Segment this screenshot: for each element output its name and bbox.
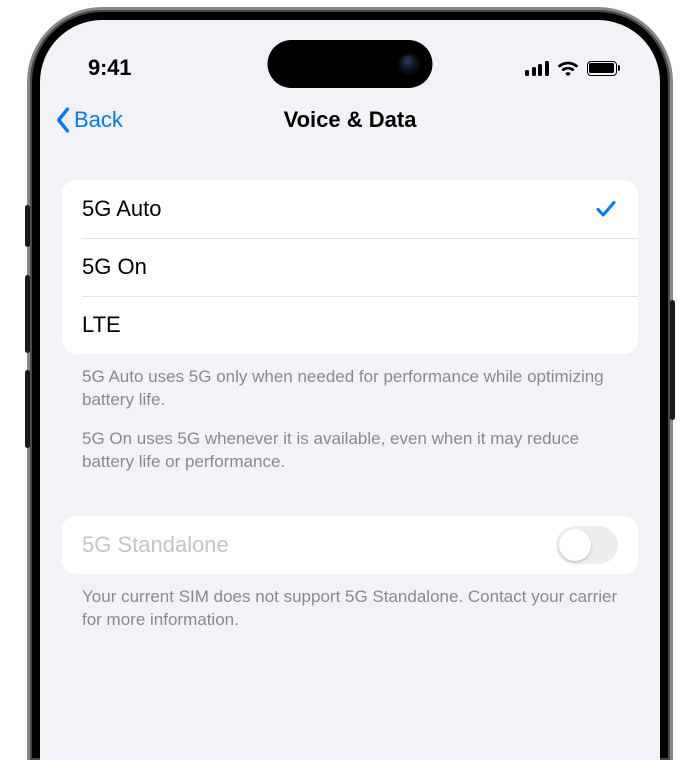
options-group: 5G Auto 5G On LTE — [62, 180, 638, 354]
option-label: 5G Auto — [82, 196, 162, 222]
back-label: Back — [74, 107, 123, 133]
standalone-toggle — [556, 526, 618, 564]
navigation-bar: Back Voice & Data — [40, 94, 660, 146]
side-button — [25, 205, 30, 247]
status-time: 9:41 — [88, 55, 131, 81]
phone-frame: 9:41 — [30, 10, 670, 760]
status-icons — [525, 59, 620, 77]
option-lte[interactable]: LTE — [62, 296, 638, 354]
chevron-left-icon — [54, 107, 72, 133]
option-5g-auto[interactable]: 5G Auto — [62, 180, 638, 238]
standalone-group: 5G Standalone — [62, 516, 638, 574]
option-5g-on[interactable]: 5G On — [62, 238, 638, 296]
battery-icon — [587, 61, 621, 76]
checkmark-icon — [594, 197, 618, 221]
options-footer-1: 5G Auto uses 5G only when needed for per… — [62, 354, 638, 412]
side-button — [670, 300, 675, 420]
option-label: LTE — [82, 312, 121, 338]
dynamic-island — [268, 40, 433, 88]
cellular-signal-icon — [525, 60, 549, 76]
side-button — [25, 370, 30, 448]
option-label: 5G On — [82, 254, 147, 280]
options-footer-2: 5G On uses 5G whenever it is available, … — [62, 412, 638, 474]
toggle-knob — [559, 529, 591, 561]
front-camera-icon — [401, 55, 419, 73]
back-button[interactable]: Back — [54, 107, 123, 133]
standalone-footer: Your current SIM does not support 5G Sta… — [62, 574, 638, 632]
screen: 9:41 — [40, 20, 660, 760]
wifi-icon — [557, 59, 579, 77]
standalone-label: 5G Standalone — [82, 532, 229, 558]
page-title: Voice & Data — [284, 107, 417, 133]
content: 5G Auto 5G On LTE 5G Auto uses 5G only w… — [40, 146, 660, 632]
device-frame: 9:41 — [0, 0, 700, 760]
standalone-row: 5G Standalone — [62, 516, 638, 574]
side-button — [25, 275, 30, 353]
